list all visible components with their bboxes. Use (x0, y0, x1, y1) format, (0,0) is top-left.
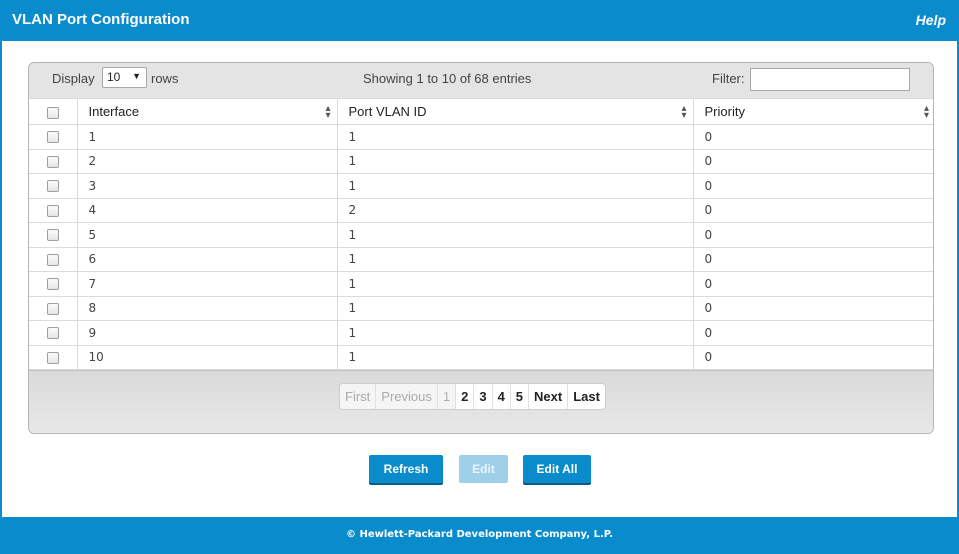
sort-icon: ▴ ▾ (923, 103, 929, 121)
select-all-cell (29, 98, 78, 125)
table-row[interactable]: 810 (29, 295, 933, 321)
table-row[interactable]: 110 (29, 124, 933, 150)
pager-next-button[interactable]: Next (529, 384, 569, 409)
column-label: Priority (704, 104, 745, 119)
row-checkbox[interactable] (46, 278, 59, 291)
table-row[interactable]: 610 (29, 246, 933, 272)
table-row[interactable]: 210 (29, 148, 933, 174)
table-row[interactable]: 310 (29, 173, 933, 199)
cell-interface: 9 (76, 320, 338, 346)
row-checkbox[interactable] (46, 204, 59, 217)
column-label: Port VLAN ID (348, 104, 427, 119)
cell-port-vlan-id: 1 (336, 173, 694, 199)
cell-port-vlan-id: 1 (336, 124, 694, 150)
cell-priority: 0 (692, 124, 933, 150)
cell-interface: 7 (76, 271, 338, 297)
cell-priority: 0 (692, 271, 933, 297)
header-bar: VLAN Port Configuration Help (0, 0, 959, 41)
table-row[interactable]: 510 (29, 222, 933, 248)
row-checkbox[interactable] (46, 155, 59, 168)
cell-interface: 5 (76, 222, 338, 248)
row-checkbox[interactable] (46, 351, 59, 364)
table-header-row: Interface ▴ ▾ Port VLAN ID ▴ ▾ Priority ▴ ▾ (29, 98, 933, 125)
cell-port-vlan-id: 1 (336, 246, 694, 272)
pager-first-button[interactable]: First (340, 384, 377, 409)
pager-page-3[interactable]: 3 (474, 384, 493, 409)
table-row[interactable]: 710 (29, 271, 933, 297)
column-label: Interface (88, 104, 140, 119)
entries-info: Showing 1 to 10 of 68 entries (363, 71, 532, 86)
action-buttons: Refresh Edit Edit All (0, 455, 959, 483)
refresh-button[interactable]: Refresh (369, 455, 443, 483)
cell-interface: 8 (76, 295, 338, 321)
cell-priority: 0 (692, 320, 933, 346)
cell-priority: 0 (692, 344, 933, 370)
row-checkbox[interactable] (46, 229, 59, 242)
row-checkbox[interactable] (46, 180, 59, 193)
edit-button[interactable]: Edit (459, 455, 508, 483)
vlan-port-table: Interface ▴ ▾ Port VLAN ID ▴ ▾ Priority ▴ ▾ 11… (29, 98, 933, 370)
rows-per-page-value: 10 (107, 70, 121, 84)
column-header-priority[interactable]: Priority ▴ ▾ (692, 98, 933, 125)
page-title: VLAN Port Configuration (12, 11, 190, 28)
cell-priority: 0 (692, 246, 933, 272)
pagination-area: First Previous 1 2 3 4 5 Next Last (29, 370, 933, 433)
table-toolbar: Display 10 ▼ rows Showing 1 to 10 of 68 … (29, 63, 933, 98)
pager-page-4[interactable]: 4 (493, 384, 511, 409)
cell-port-vlan-id: 1 (336, 320, 694, 346)
row-checkbox[interactable] (46, 253, 59, 266)
cell-interface: 10 (76, 344, 338, 370)
row-checkbox[interactable] (46, 131, 59, 144)
column-header-interface[interactable]: Interface ▴ ▾ (76, 98, 338, 125)
pager-page-1[interactable]: 1 (437, 384, 457, 409)
cell-priority: 0 (692, 295, 933, 321)
copyright-text: © Hewlett-Packard Development Company, L… (345, 529, 614, 540)
cell-priority: 0 (692, 173, 933, 199)
cell-interface: 6 (76, 246, 338, 272)
select-all-checkbox[interactable] (46, 106, 59, 119)
table-row[interactable]: 10 1 0 (29, 344, 933, 370)
cell-priority: 0 (692, 197, 933, 223)
edit-all-button[interactable]: Edit All (523, 455, 591, 483)
pager-previous-button[interactable]: Previous (376, 384, 438, 409)
display-label: Display (52, 71, 95, 86)
cell-priority: 0 (692, 222, 933, 248)
column-header-port-vlan-id[interactable]: Port VLAN ID ▴ ▾ (336, 98, 694, 125)
cell-port-vlan-id: 1 (336, 148, 694, 174)
footer-bar: © Hewlett-Packard Development Company, L… (0, 517, 959, 554)
cell-port-vlan-id: 1 (336, 344, 694, 370)
filter-input[interactable] (750, 68, 910, 91)
sort-icon: ▴ ▾ (325, 103, 331, 121)
chevron-down-icon: ▼ (132, 71, 141, 81)
cell-priority: 0 (692, 148, 933, 174)
rows-per-page-select[interactable]: 10 ▼ (102, 67, 147, 88)
pager-last-button[interactable]: Last (568, 384, 605, 409)
rows-label: rows (151, 71, 179, 86)
row-checkbox[interactable] (46, 327, 59, 340)
pager-page-2[interactable]: 2 (456, 384, 475, 409)
cell-interface: 2 (76, 148, 338, 174)
cell-port-vlan-id: 1 (336, 271, 694, 297)
cell-interface: 3 (76, 173, 338, 199)
cell-interface: 4 (76, 197, 338, 223)
table-row[interactable]: 420 (29, 197, 933, 223)
pager-page-5[interactable]: 5 (511, 384, 530, 409)
cell-interface: 1 (76, 124, 338, 150)
help-link[interactable]: Help (916, 12, 946, 28)
table-panel: Display 10 ▼ rows Showing 1 to 10 of 68 … (28, 62, 934, 434)
sort-icon: ▴ ▾ (681, 103, 687, 121)
cell-port-vlan-id: 1 (336, 222, 694, 248)
row-checkbox[interactable] (46, 302, 59, 315)
cell-port-vlan-id: 1 (336, 295, 694, 321)
table-row[interactable]: 910 (29, 320, 933, 346)
filter-label: Filter: (712, 71, 745, 86)
cell-port-vlan-id: 2 (336, 197, 694, 223)
pagination: First Previous 1 2 3 4 5 Next Last (339, 383, 606, 410)
